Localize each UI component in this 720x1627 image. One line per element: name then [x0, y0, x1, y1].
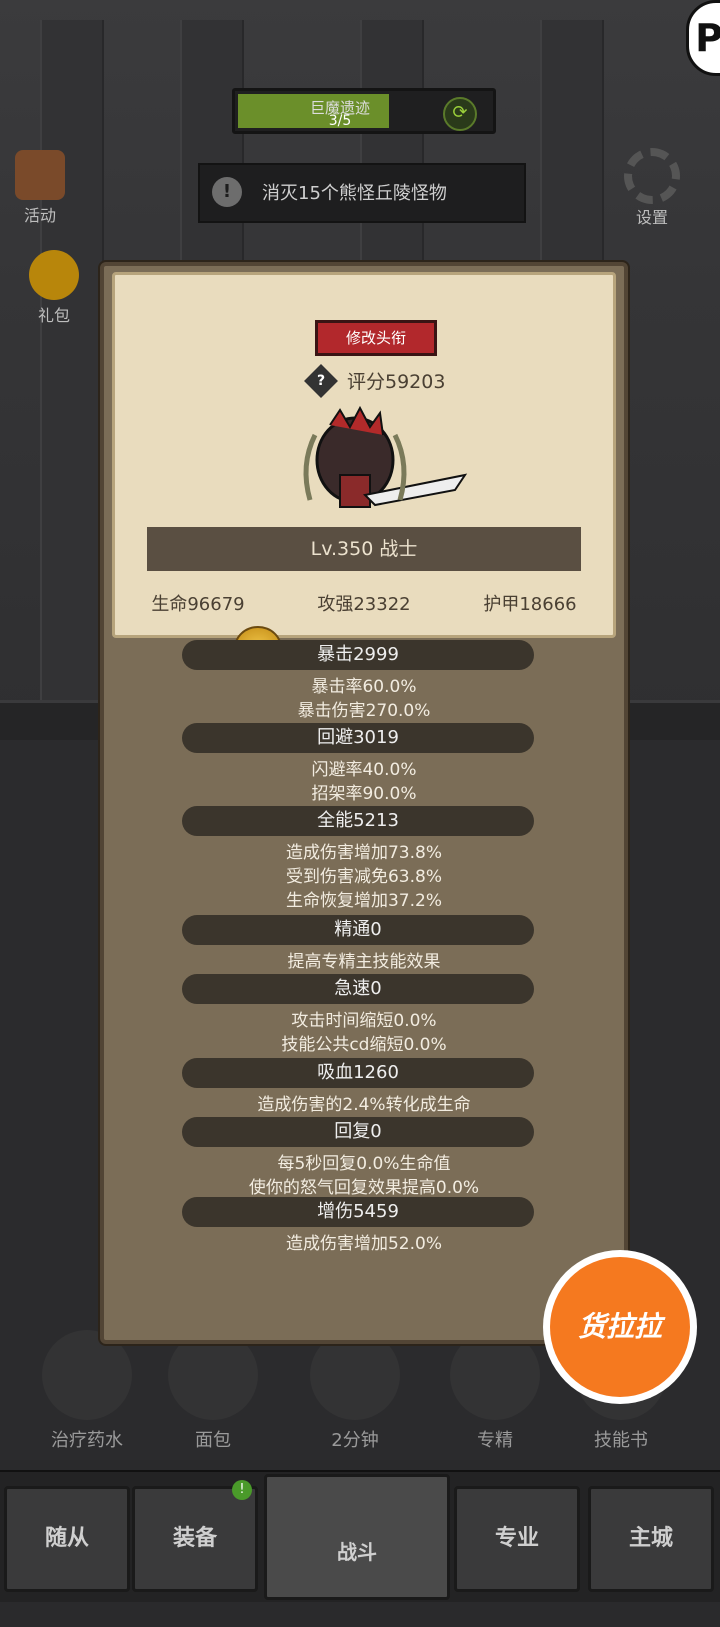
potion-label: 治疗药水 — [51, 1430, 123, 1451]
chest-timer: 2分钟 — [331, 1430, 379, 1451]
stat-section-header: 回复0 — [182, 1117, 534, 1147]
help-icon[interactable]: ? — [304, 364, 338, 398]
rename-title-button[interactable]: 修改头衔 — [315, 320, 437, 356]
stat-section-header: 暴击2999 — [182, 640, 534, 670]
settings-label: 设置 — [635, 208, 668, 227]
floating-ad-label: 货拉拉 — [550, 1257, 690, 1397]
quest-count: 3/5 — [328, 113, 352, 129]
stat-detail-line: 技能公共cd缩短0.0% — [281, 1035, 447, 1055]
notification-badge: ! — [232, 1480, 252, 1500]
stat-section-header: 全能5213 — [182, 806, 534, 836]
score: 评分59203 — [347, 371, 446, 393]
attack-stat: 攻强23322 — [317, 594, 411, 615]
bottom-navigation: 随从 装备 战斗 专业 主城 — [0, 1470, 720, 1602]
stat-section-header: 精通0 — [182, 915, 534, 945]
alert-icon: ! — [212, 177, 242, 207]
activity-label: 活动 — [23, 206, 56, 225]
nav-city[interactable]: 主城 — [588, 1486, 714, 1592]
activity-button[interactable]: 活动 — [8, 150, 72, 226]
stat-detail-line: 暴击率60.0% — [311, 677, 417, 697]
skillbook-label: 技能书 — [594, 1430, 648, 1451]
pillar — [40, 20, 104, 700]
character-avatar-icon — [303, 405, 468, 508]
core-stats: 生命96679 攻强23322 护甲18666 — [115, 590, 613, 616]
spec-label: 专精 — [477, 1430, 513, 1451]
stat-detail-line: 闪避率40.0% — [311, 760, 417, 780]
gift-coin-icon — [29, 250, 79, 300]
stat-detail-line: 每5秒回复0.0%生命值 — [277, 1154, 451, 1174]
chest-slot[interactable]: 2分钟 — [300, 1330, 410, 1452]
bread-label: 面包 — [195, 1430, 231, 1451]
stat-detail-line: 生命恢复增加37.2% — [285, 891, 442, 911]
quest-progress-bar[interactable]: 巨魔遗迹 3/5 ⟳ — [232, 88, 496, 134]
stat-detail-line: 招架率90.0% — [311, 784, 417, 804]
bread-slot[interactable]: 面包 — [158, 1330, 268, 1452]
armor-stat: 护甲18666 — [483, 594, 577, 615]
stat-detail-line: 造成伤害的2.4%转化成生命 — [257, 1095, 471, 1115]
hp-stat: 生命96679 — [151, 594, 245, 615]
gift-button[interactable]: 礼包 — [22, 250, 86, 326]
stat-detail-line: 受到伤害减免63.8% — [285, 867, 442, 887]
level-class-bar: Lv.350 战士 — [147, 527, 581, 571]
potion-slot[interactable]: 治疗药水 — [32, 1330, 142, 1452]
nav-followers[interactable]: 随从 — [4, 1486, 130, 1592]
stat-detail-line: 提高专精主技能效果 — [287, 952, 441, 972]
stat-section-header: 急速0 — [182, 974, 534, 1004]
stat-section-header: 增伤5459 — [182, 1197, 534, 1227]
stat-detail-line: 使你的怒气回复效果提高0.0% — [248, 1178, 480, 1198]
settings-button[interactable]: 设置 — [616, 148, 688, 228]
character-card: 修改头衔 ? 评分59203 Lv.350 战士 生命96679 攻强23322… — [112, 272, 616, 638]
task-bar[interactable]: ! 消灭15个熊怪丘陵怪物 — [198, 163, 526, 223]
gift-label: 礼包 — [37, 306, 70, 325]
stat-detail-line: 造成伤害增加73.8% — [285, 843, 442, 863]
nav-fight[interactable]: 战斗 — [264, 1474, 450, 1600]
stat-detail-line: 造成伤害增加52.0% — [285, 1234, 442, 1254]
nav-equipment[interactable]: 装备 — [132, 1486, 258, 1592]
gear-icon — [624, 148, 680, 204]
character-stats-panel: 修改头衔 ? 评分59203 Lv.350 战士 生命96679 攻强23322… — [100, 262, 628, 1344]
spec-slot[interactable]: 专精 — [440, 1330, 550, 1452]
refresh-icon[interactable]: ⟳ — [443, 97, 477, 131]
stat-detail-line: 暴击伤害270.0% — [297, 701, 431, 721]
floating-ad-button[interactable]: 货拉拉 — [543, 1250, 697, 1404]
stat-detail-line: 攻击时间缩短0.0% — [291, 1011, 437, 1031]
scroll-icon — [15, 150, 65, 200]
stat-section-header: 吸血1260 — [182, 1058, 534, 1088]
nav-profession[interactable]: 专业 — [454, 1486, 580, 1592]
stat-section-header: 回避3019 — [182, 723, 534, 753]
task-text: 消灭15个熊怪丘陵怪物 — [262, 183, 447, 204]
